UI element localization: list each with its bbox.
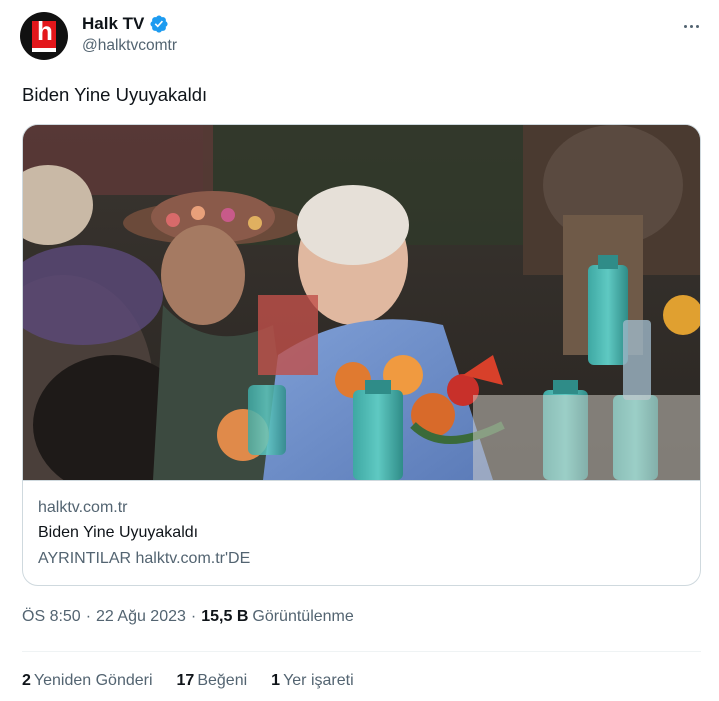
card-title: Biden Yine Uyuyakaldı bbox=[38, 524, 199, 541]
bookmarks-count: 1 bbox=[271, 672, 281, 689]
bookmarks-stat[interactable]: 1 Yer işareti bbox=[271, 672, 353, 690]
likes-stat[interactable]: 17 Beğeni bbox=[177, 672, 248, 690]
tweet-time[interactable]: ÖS 8:50 bbox=[22, 608, 81, 626]
display-name[interactable]: Halk TV bbox=[82, 14, 144, 34]
views-label: Görüntülenme bbox=[252, 608, 354, 625]
handle[interactable]: @halktvcomtr bbox=[82, 37, 177, 55]
link-card[interactable]: halktv.com.tr Biden Yine Uyuyakaldı AYRI… bbox=[22, 124, 701, 586]
engagement-stats: 2 Yeniden Gönderi 17 Beğeni 1 Yer işareti bbox=[22, 672, 354, 690]
meta-separator: · bbox=[85, 608, 92, 625]
verified-badge-icon[interactable] bbox=[149, 14, 169, 34]
reposts-label: Yeniden Gönderi bbox=[33, 672, 153, 689]
avatar[interactable]: h bbox=[20, 12, 68, 60]
divider bbox=[22, 651, 701, 652]
tweet-header: h Halk TV @halktvcomtr bbox=[20, 12, 703, 64]
author-block: Halk TV @halktvcomtr bbox=[82, 14, 177, 55]
bookmarks-label: Yer işareti bbox=[283, 672, 354, 689]
views-count: 15,5 B bbox=[201, 608, 249, 625]
more-options-icon[interactable] bbox=[679, 14, 703, 38]
card-domain: halktv.com.tr bbox=[38, 499, 128, 516]
reposts-stat[interactable]: 2 Yeniden Gönderi bbox=[22, 672, 153, 690]
reposts-count: 2 bbox=[22, 672, 31, 689]
likes-count: 17 bbox=[176, 672, 195, 689]
meta-separator: · bbox=[190, 608, 197, 625]
likes-label: Beğeni bbox=[197, 672, 248, 689]
tweet-meta: ÖS 8:50 · 22 Ağu 2023 · 15,5 B Görüntüle… bbox=[22, 608, 354, 626]
tweet-date[interactable]: 22 Ağu 2023 bbox=[96, 608, 186, 626]
card-description: AYRINTILAR halktv.com.tr'DE bbox=[38, 550, 251, 567]
avatar-logo-letter: h bbox=[37, 16, 53, 46]
logo-underline bbox=[32, 48, 56, 52]
card-image[interactable] bbox=[23, 125, 700, 481]
tweet-text: Biden Yine Uyuyakaldı bbox=[22, 84, 208, 105]
